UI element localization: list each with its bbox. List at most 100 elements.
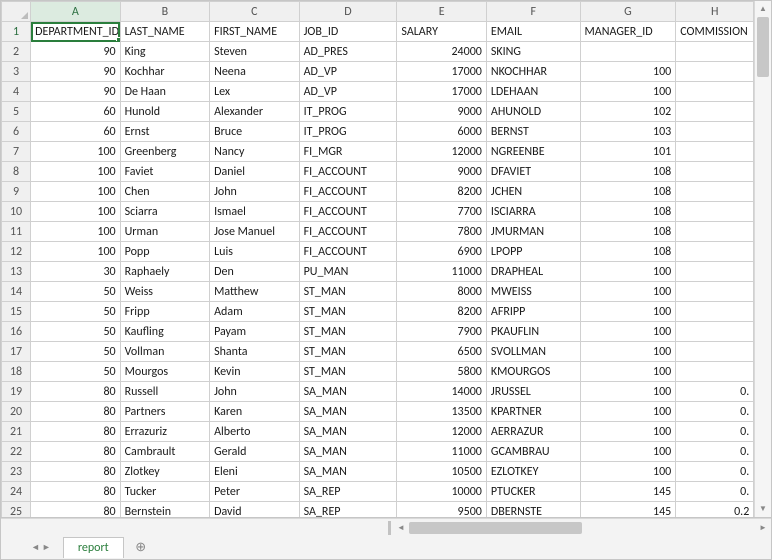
cell[interactable]: 100 xyxy=(580,382,676,402)
cell[interactable] xyxy=(580,42,676,62)
cell[interactable] xyxy=(676,362,754,382)
cells-grid[interactable]: A B C D E F G H 1DEPARTMENT_IDLAST_NAMEF… xyxy=(1,1,771,518)
cell[interactable]: 108 xyxy=(580,222,676,242)
cell[interactable] xyxy=(676,222,754,242)
column-header-F[interactable]: F xyxy=(486,2,580,22)
cell[interactable]: JCHEN xyxy=(486,182,580,202)
row-header[interactable]: 2 xyxy=(2,42,31,62)
cell[interactable]: Raphaely xyxy=(120,262,209,282)
cell[interactable]: Kochhar xyxy=(120,62,209,82)
cell[interactable]: GCAMBRAU xyxy=(486,442,580,462)
row-header[interactable]: 3 xyxy=(2,62,31,82)
cell[interactable]: Mourgos xyxy=(120,362,209,382)
row-header[interactable]: 22 xyxy=(2,442,31,462)
cell[interactable] xyxy=(676,102,754,122)
cell[interactable]: MWEISS xyxy=(486,282,580,302)
cell[interactable]: 145 xyxy=(580,482,676,502)
cell[interactable]: 100 xyxy=(580,342,676,362)
cell[interactable]: SVOLLMAN xyxy=(486,342,580,362)
cell[interactable]: 100 xyxy=(31,162,120,182)
cell[interactable]: Neena xyxy=(210,62,299,82)
cell[interactable]: 101 xyxy=(580,142,676,162)
scroll-down-icon[interactable]: ▼ xyxy=(755,501,771,517)
column-header-B[interactable]: B xyxy=(120,2,209,22)
cell[interactable]: Ismael xyxy=(210,202,299,222)
cell[interactable]: 12000 xyxy=(397,142,486,162)
column-header-E[interactable]: E xyxy=(397,2,486,22)
row-header[interactable]: 8 xyxy=(2,162,31,182)
cell[interactable]: 80 xyxy=(31,442,120,462)
cell[interactable]: 108 xyxy=(580,242,676,262)
hscroll-thumb[interactable] xyxy=(409,522,582,534)
row-header[interactable]: 11 xyxy=(2,222,31,242)
cell[interactable]: 100 xyxy=(580,442,676,462)
cell[interactable]: Peter xyxy=(210,482,299,502)
row-header[interactable]: 15 xyxy=(2,302,31,322)
row-header[interactable]: 7 xyxy=(2,142,31,162)
cell[interactable] xyxy=(676,342,754,362)
cell[interactable]: De Haan xyxy=(120,82,209,102)
cell[interactable]: 0. xyxy=(676,482,754,502)
cell[interactable] xyxy=(676,282,754,302)
vscroll-thumb[interactable] xyxy=(757,17,769,77)
cell[interactable]: 100 xyxy=(580,62,676,82)
row-header[interactable]: 25 xyxy=(2,502,31,518)
cell[interactable]: 80 xyxy=(31,382,120,402)
cell[interactable]: Steven xyxy=(210,42,299,62)
select-all-triangle[interactable] xyxy=(2,2,31,22)
cell[interactable]: 6500 xyxy=(397,342,486,362)
cell[interactable] xyxy=(676,242,754,262)
cell[interactable]: 100 xyxy=(580,82,676,102)
cell[interactable]: SA_MAN xyxy=(299,382,397,402)
cell[interactable]: BERNST xyxy=(486,122,580,142)
cell[interactable]: Adam xyxy=(210,302,299,322)
cell[interactable] xyxy=(676,202,754,222)
cell[interactable]: 30 xyxy=(31,262,120,282)
cell[interactable]: 100 xyxy=(580,302,676,322)
cell[interactable]: John xyxy=(210,382,299,402)
cell[interactable]: 100 xyxy=(580,402,676,422)
cell[interactable]: 14000 xyxy=(397,382,486,402)
cell[interactable]: COMMISSION xyxy=(676,22,754,42)
column-header-G[interactable]: G xyxy=(580,2,676,22)
row-header[interactable]: 18 xyxy=(2,362,31,382)
cell[interactable]: KPARTNER xyxy=(486,402,580,422)
tab-nav-prev-icon[interactable]: ◄ xyxy=(31,542,40,553)
cell[interactable]: 100 xyxy=(580,322,676,342)
cell[interactable]: AFRIPP xyxy=(486,302,580,322)
row-header[interactable]: 14 xyxy=(2,282,31,302)
cell[interactable]: Alberto xyxy=(210,422,299,442)
cell[interactable]: SKING xyxy=(486,42,580,62)
column-header-D[interactable]: D xyxy=(299,2,397,22)
column-header-A[interactable]: A xyxy=(31,2,120,22)
cell[interactable]: David xyxy=(210,502,299,518)
cell[interactable]: 8200 xyxy=(397,182,486,202)
cell[interactable]: SA_REP xyxy=(299,502,397,518)
row-header[interactable]: 23 xyxy=(2,462,31,482)
cell[interactable]: 9000 xyxy=(397,162,486,182)
cell[interactable]: Bruce xyxy=(210,122,299,142)
cell[interactable]: 100 xyxy=(580,282,676,302)
cell[interactable]: SA_MAN xyxy=(299,462,397,482)
cell[interactable]: Greenberg xyxy=(120,142,209,162)
column-header-H[interactable]: H xyxy=(676,2,754,22)
cell[interactable]: Sciarra xyxy=(120,202,209,222)
cell[interactable]: Russell xyxy=(120,382,209,402)
cell[interactable] xyxy=(676,42,754,62)
cell[interactable]: EZLOTKEY xyxy=(486,462,580,482)
cell[interactable]: 108 xyxy=(580,202,676,222)
cell[interactable]: 103 xyxy=(580,122,676,142)
cell[interactable]: JRUSSEL xyxy=(486,382,580,402)
cell[interactable] xyxy=(676,262,754,282)
cell[interactable]: 0. xyxy=(676,442,754,462)
scroll-up-icon[interactable]: ▲ xyxy=(755,1,771,17)
cell[interactable]: Gerald xyxy=(210,442,299,462)
cell[interactable]: Jose Manuel xyxy=(210,222,299,242)
cell[interactable]: Matthew xyxy=(210,282,299,302)
column-header-C[interactable]: C xyxy=(210,2,299,22)
cell[interactable]: 100 xyxy=(580,462,676,482)
cell[interactable]: DRAPHEAL xyxy=(486,262,580,282)
cell[interactable]: 80 xyxy=(31,422,120,442)
cell[interactable]: 100 xyxy=(580,422,676,442)
scroll-right-icon[interactable]: ► xyxy=(755,520,771,536)
